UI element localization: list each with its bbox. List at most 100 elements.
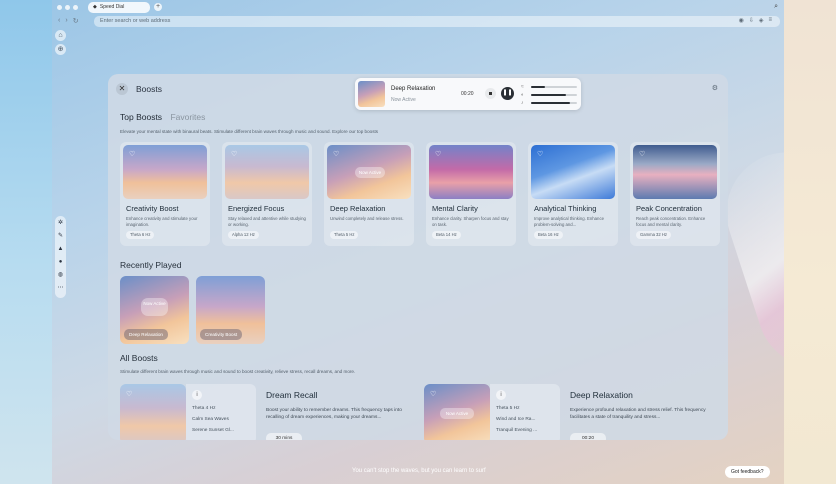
tab-favorites[interactable]: Favorites — [170, 112, 205, 122]
tab-bar: ◆ Speed Dial + ⌕ — [52, 0, 784, 14]
boost-description: Enhance creativity and stimulate your im… — [126, 216, 198, 227]
all-boost-description: Experience profound relaxation and stres… — [570, 408, 706, 420]
boost-frequency: Gamma 32 Hz — [636, 231, 671, 239]
info-icon[interactable]: i — [496, 390, 506, 400]
stop-button[interactable] — [485, 88, 496, 99]
player-time: 00:20 — [461, 91, 474, 97]
heart-icon[interactable]: ♡ — [430, 390, 436, 398]
boost-frequency: Beta 14 Hz — [432, 231, 461, 239]
boost-card[interactable]: ♡ Analytical Thinking Improve analytical t… — [528, 142, 618, 246]
heart-icon[interactable]: ♡ — [639, 150, 645, 158]
left-wallpaper — [0, 0, 52, 484]
slider-track[interactable] — [531, 86, 577, 88]
feedback-button[interactable]: Got feedback? — [725, 466, 770, 478]
info-icon[interactable]: i — [192, 390, 202, 400]
now-playing-widget: Deep Relaxation Now Active 00:20 ❚❚ ≈ ◐ ♪ — [355, 78, 581, 110]
boost-card[interactable]: ♡ Now Active Deep Relaxation Unwind complet… — [324, 142, 414, 246]
shield-icon[interactable]: ◈ — [759, 17, 764, 24]
boost-image: ♡ — [123, 145, 207, 199]
boost-card[interactable]: ♡ Energized Focus Stay relaxed and attenti… — [222, 142, 312, 246]
slider-track[interactable] — [531, 94, 577, 96]
recent-tile-label: Deep Relaxation — [124, 329, 168, 340]
whatsapp-icon[interactable]: ◍ — [58, 271, 63, 280]
all-boost-title: Deep Relaxation — [570, 390, 633, 400]
now-active-badge: Now Active — [141, 298, 168, 316]
aria-icon[interactable]: ▲ — [58, 245, 64, 254]
address-input[interactable]: Enter search or web address — [94, 15, 780, 27]
meta-scene: Serene Sunset Gl... — [192, 428, 234, 433]
all-boost-item[interactable]: ♡ Now Active i Theta 5 Hz Wind and Ice Ra...… — [424, 384, 724, 440]
duration-button[interactable]: 00:20 — [570, 433, 606, 440]
boost-card[interactable]: ♡ Creativity Boost Enhance creativity and … — [120, 142, 210, 246]
camera-icon[interactable]: ◉ — [739, 17, 744, 24]
translate-icon[interactable]: ✎ — [58, 232, 63, 241]
reload-icon[interactable]: ↻ — [73, 17, 79, 25]
volume-slider[interactable]: ♪ — [521, 99, 577, 107]
recently-played-title: Recently Played — [120, 260, 182, 270]
download-icon[interactable]: ⇩ — [749, 17, 754, 24]
all-boost-item[interactable]: ♡ i Theta 4 Hz Calm Sea Waves Serene Sunset … — [120, 384, 420, 440]
boost-card[interactable]: ♡ Peak Concentration Reach peak concentrat… — [630, 142, 720, 246]
messenger-icon[interactable]: ● — [59, 258, 63, 267]
home-icon[interactable]: ⌂ — [55, 30, 66, 41]
search-icon[interactable]: ⌕ — [774, 3, 778, 11]
boost-image: ♡ — [531, 145, 615, 199]
tab-title: Speed Dial — [99, 4, 125, 10]
new-tab-button[interactable]: + — [154, 3, 162, 11]
recent-tile[interactable]: Creativity Boost — [196, 276, 265, 344]
boost-image: ♡ Now Active — [327, 145, 411, 199]
back-icon[interactable]: ‹ — [58, 17, 60, 25]
music-icon: ♪ — [521, 100, 524, 106]
forward-icon[interactable]: › — [65, 17, 67, 25]
slider-fill — [531, 102, 571, 104]
more-icon[interactable]: ⋯ — [58, 284, 64, 293]
boost-frequency: Theta 5 Hz — [330, 231, 359, 239]
waves-icon: ≈ — [521, 84, 524, 90]
boost-description: Stay relaxed and attentive while studyin… — [228, 216, 306, 227]
recent-tile[interactable]: Now Active Deep Relaxation — [120, 276, 189, 344]
settings-icon[interactable]: ⚙ — [712, 84, 718, 92]
boost-description: Reach peak concentration. Enhance focus … — [636, 216, 706, 227]
extensions-icon[interactable]: ≡ — [768, 17, 772, 24]
all-boost-image: ♡ Now Active — [424, 384, 490, 440]
all-boost-meta: i Theta 5 Hz Wind and Ice Ra... Tranquil Ev… — [490, 384, 560, 440]
all-boosts-title: All Boosts — [120, 353, 158, 363]
slider-track[interactable] — [531, 102, 577, 104]
all-boosts-list: ♡ i Theta 4 Hz Calm Sea Waves Serene Sunset … — [120, 384, 720, 440]
heart-icon[interactable]: ♡ — [126, 390, 132, 398]
pause-button[interactable]: ❚❚ — [501, 87, 514, 100]
window-controls[interactable] — [57, 4, 78, 10]
boosts-icon[interactable]: ✲ — [58, 219, 63, 228]
boost-tabs: Top Boosts Favorites — [120, 112, 205, 122]
tab-top-boosts[interactable]: Top Boosts — [120, 112, 162, 122]
all-boost-title: Dream Recall — [266, 390, 318, 400]
boost-image: ♡ — [633, 145, 717, 199]
volume-slider[interactable]: ◐ — [521, 91, 577, 99]
tab-speed-dial[interactable]: ◆ Speed Dial — [88, 1, 150, 13]
nav-buttons: ‹ › ↻ — [58, 17, 94, 25]
volume-sliders: ≈ ◐ ♪ — [521, 83, 577, 107]
now-active-badge: Now Active — [440, 408, 474, 419]
boosts-panel: ✕ Boosts ⚙ Top Boosts Favorites Elevate … — [108, 74, 728, 440]
slider-fill — [531, 94, 566, 96]
heart-icon[interactable]: ♡ — [537, 150, 543, 158]
boost-card[interactable]: ♡ Mental Clarity Enhance clarity. Sharpen … — [426, 142, 516, 246]
duration-button[interactable]: 30 mins — [266, 433, 302, 440]
all-boost-meta: i Theta 4 Hz Calm Sea Waves Serene Sunset G… — [186, 384, 256, 440]
heart-icon[interactable]: ♡ — [435, 150, 441, 158]
sidebar-top: ⌂ ⊕ — [55, 30, 66, 55]
boost-description: Enhance clarity. Sharpen focus and stay … — [432, 216, 509, 227]
footer-quote: You can't stop the waves, but you can le… — [352, 468, 486, 474]
meta-freq: Theta 4 Hz — [192, 406, 216, 411]
heart-icon[interactable]: ♡ — [129, 150, 135, 158]
boost-name: Creativity Boost — [126, 204, 179, 213]
all-boost-description: Boost your ability to remember dreams. T… — [266, 408, 402, 420]
slider-fill — [531, 86, 545, 88]
address-bar-icons: ◉ ⇩ ◈ ≡ — [739, 17, 772, 24]
heart-icon[interactable]: ♡ — [333, 150, 339, 158]
volume-slider[interactable]: ≈ — [521, 83, 577, 91]
heart-icon[interactable]: ♡ — [231, 150, 237, 158]
add-panel-icon[interactable]: ⊕ — [55, 44, 66, 55]
panel-title: Boosts — [136, 84, 162, 94]
close-icon[interactable]: ✕ — [116, 83, 128, 95]
